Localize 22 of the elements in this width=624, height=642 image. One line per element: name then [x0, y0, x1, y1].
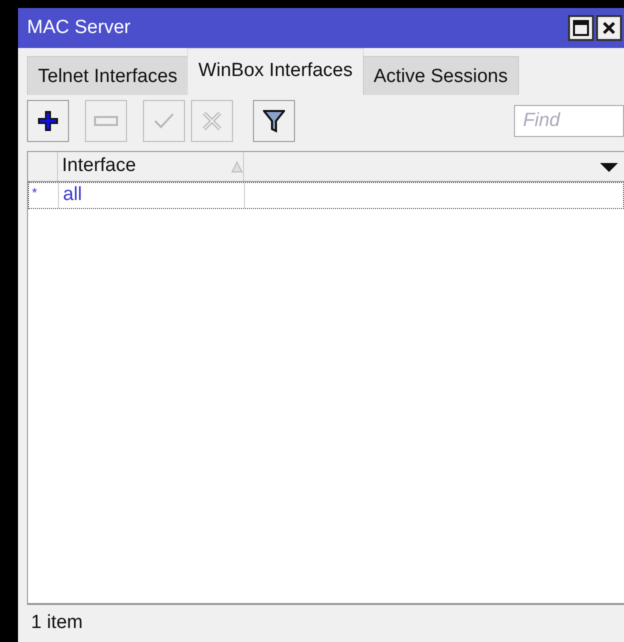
table-cell-text: all — [63, 183, 82, 208]
tab[interactable]: Active Sessions — [362, 56, 519, 95]
search-field[interactable]: Find — [514, 105, 624, 137]
sort-icon — [231, 160, 243, 172]
tab[interactable]: Telnet Interfaces — [27, 56, 188, 95]
close-icon — [602, 21, 616, 35]
window-title: MAC Server — [27, 16, 132, 40]
filter-button[interactable] — [253, 100, 295, 142]
close-button[interactable] — [596, 15, 622, 41]
row-marker-label: * — [32, 185, 38, 200]
plus-icon — [37, 110, 59, 132]
add-button[interactable] — [27, 100, 69, 142]
status-text: 1 item — [31, 611, 83, 636]
column-header[interactable]: Interface — [62, 152, 136, 181]
maximize-icon — [573, 20, 589, 36]
tab[interactable]: WinBox Interfaces — [187, 48, 364, 95]
minus-icon — [94, 116, 118, 126]
check-icon — [153, 112, 175, 130]
cross-icon — [202, 111, 222, 131]
maximize-button[interactable] — [568, 15, 594, 41]
filter-icon — [263, 109, 285, 133]
table-row[interactable]: * all — [28, 182, 624, 209]
